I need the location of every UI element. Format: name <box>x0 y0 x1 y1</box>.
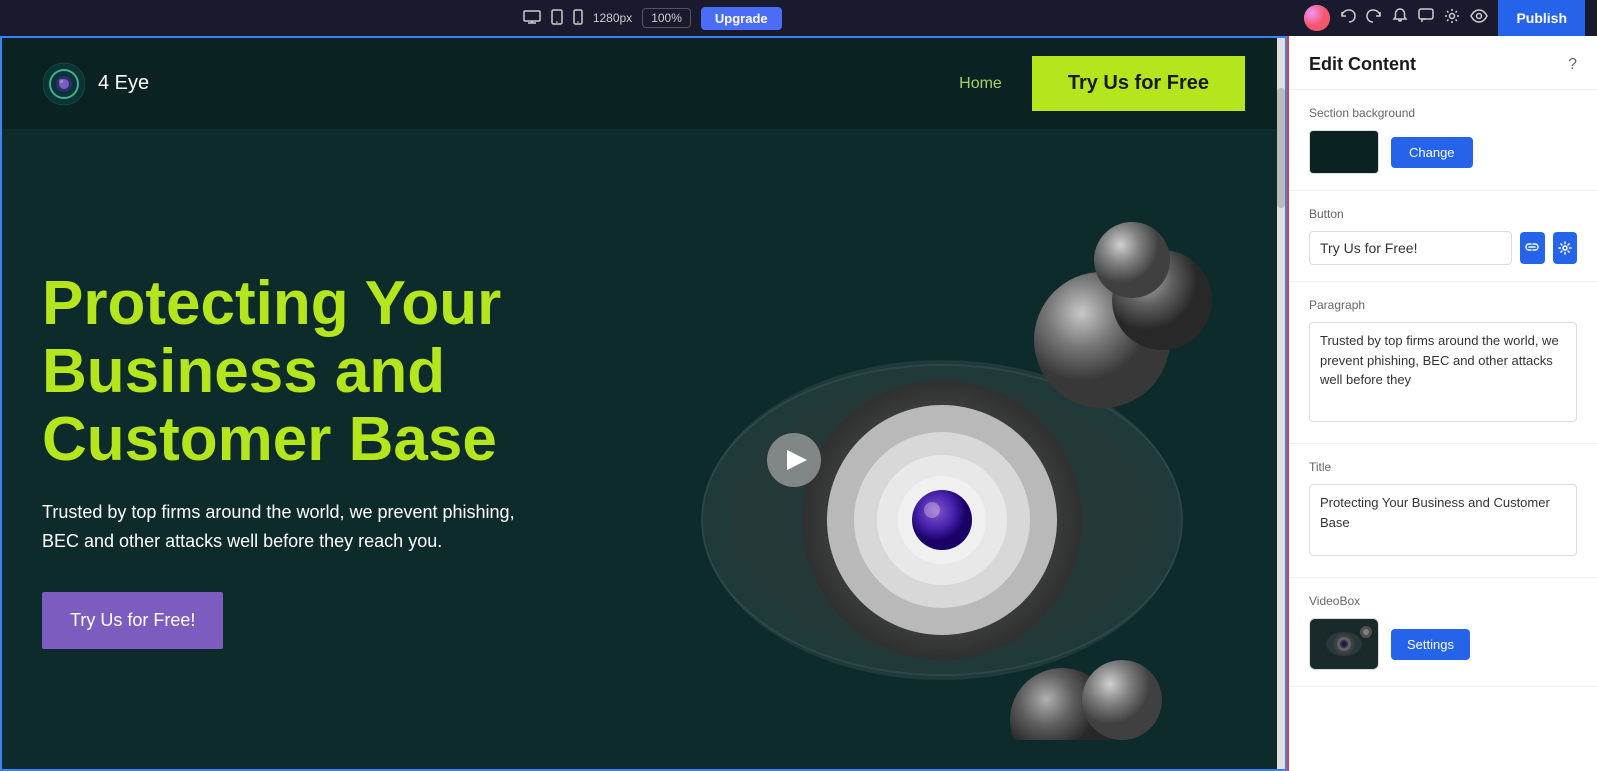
mobile-icon[interactable] <box>573 9 583 28</box>
undo-button[interactable] <box>1340 8 1356 28</box>
main-content: 4 Eye Home Try Us for Free Protecting Yo… <box>0 36 1597 771</box>
scrollbar[interactable] <box>1277 38 1285 769</box>
title-section: Title <box>1289 444 1597 578</box>
hero-illustration <box>622 160 1242 740</box>
canvas-area: 4 Eye Home Try Us for Free Protecting Yo… <box>0 36 1287 771</box>
section-bg-row: Change <box>1309 130 1577 174</box>
videobox-row: Settings <box>1309 618 1577 670</box>
logo-icon <box>42 62 86 106</box>
title-textarea[interactable] <box>1309 484 1577 556</box>
hero-visual <box>579 130 1285 769</box>
hero-section: Protecting Your Business and Customer Ba… <box>2 130 1285 769</box>
nav-home-link[interactable]: Home <box>959 75 1002 93</box>
logo-area: 4 Eye <box>42 62 149 106</box>
paragraph-textarea[interactable] <box>1309 322 1577 422</box>
button-input-row <box>1309 231 1577 265</box>
edit-panel: Edit Content ? Section background Change… <box>1287 36 1597 771</box>
button-section: Button <box>1289 191 1597 282</box>
avatar[interactable] <box>1304 5 1330 31</box>
button-link-icon[interactable] <box>1520 232 1545 264</box>
comments-button[interactable] <box>1418 8 1434 28</box>
videobox-thumbnail[interactable] <box>1309 618 1379 670</box>
redo-button[interactable] <box>1366 8 1382 28</box>
nav-bar: 4 Eye Home Try Us for Free <box>2 38 1285 130</box>
zoom-selector[interactable]: 100% <box>642 8 691 28</box>
nav-right: Home Try Us for Free <box>959 56 1245 111</box>
videobox-section: VideoBox Settin <box>1289 578 1597 687</box>
desktop-icon[interactable] <box>523 10 541 27</box>
upgrade-button[interactable]: Upgrade <box>701 7 782 30</box>
edit-panel-title: Edit Content <box>1309 54 1416 75</box>
section-bg-label: Section background <box>1309 106 1577 120</box>
change-bg-button[interactable]: Change <box>1391 137 1473 168</box>
hero-left: Protecting Your Business and Customer Ba… <box>42 270 522 649</box>
website-preview: 4 Eye Home Try Us for Free Protecting Yo… <box>0 36 1287 771</box>
paragraph-label: Paragraph <box>1309 298 1577 312</box>
button-settings-icon[interactable] <box>1553 232 1578 264</box>
help-icon[interactable]: ? <box>1568 56 1577 74</box>
scrollbar-thumb[interactable] <box>1277 88 1285 208</box>
videobox-settings-button[interactable]: Settings <box>1391 629 1470 660</box>
section-bg-section: Section background Change <box>1289 90 1597 191</box>
title-label: Title <box>1309 460 1577 474</box>
section-bg-swatch[interactable] <box>1309 130 1379 174</box>
logo-text: 4 Eye <box>98 72 149 95</box>
hero-subtitle: Trusted by top firms around the world, w… <box>42 498 522 556</box>
resolution-display: 1280px <box>593 11 632 25</box>
publish-button[interactable]: Publish <box>1498 0 1585 36</box>
button-text-input[interactable] <box>1309 231 1512 265</box>
toolbar-center: 1280px 100% Upgrade <box>12 7 1292 30</box>
toolbar: 1280px 100% Upgrade Publish <box>0 0 1597 36</box>
nav-cta-button[interactable]: Try Us for Free <box>1032 56 1245 111</box>
button-label: Button <box>1309 207 1577 221</box>
videobox-label: VideoBox <box>1309 594 1577 608</box>
paragraph-section: Paragraph <box>1289 282 1597 444</box>
toolbar-right: Publish <box>1304 0 1585 36</box>
settings-button[interactable] <box>1444 8 1460 28</box>
hero-title: Protecting Your Business and Customer Ba… <box>42 270 522 475</box>
hero-cta-button[interactable]: Try Us for Free! <box>42 592 223 649</box>
notifications-button[interactable] <box>1392 8 1408 28</box>
preview-button[interactable] <box>1470 8 1488 28</box>
edit-panel-header: Edit Content ? <box>1289 36 1597 90</box>
tablet-icon[interactable] <box>551 9 563 28</box>
videobox-thumbnail-img <box>1314 622 1374 666</box>
